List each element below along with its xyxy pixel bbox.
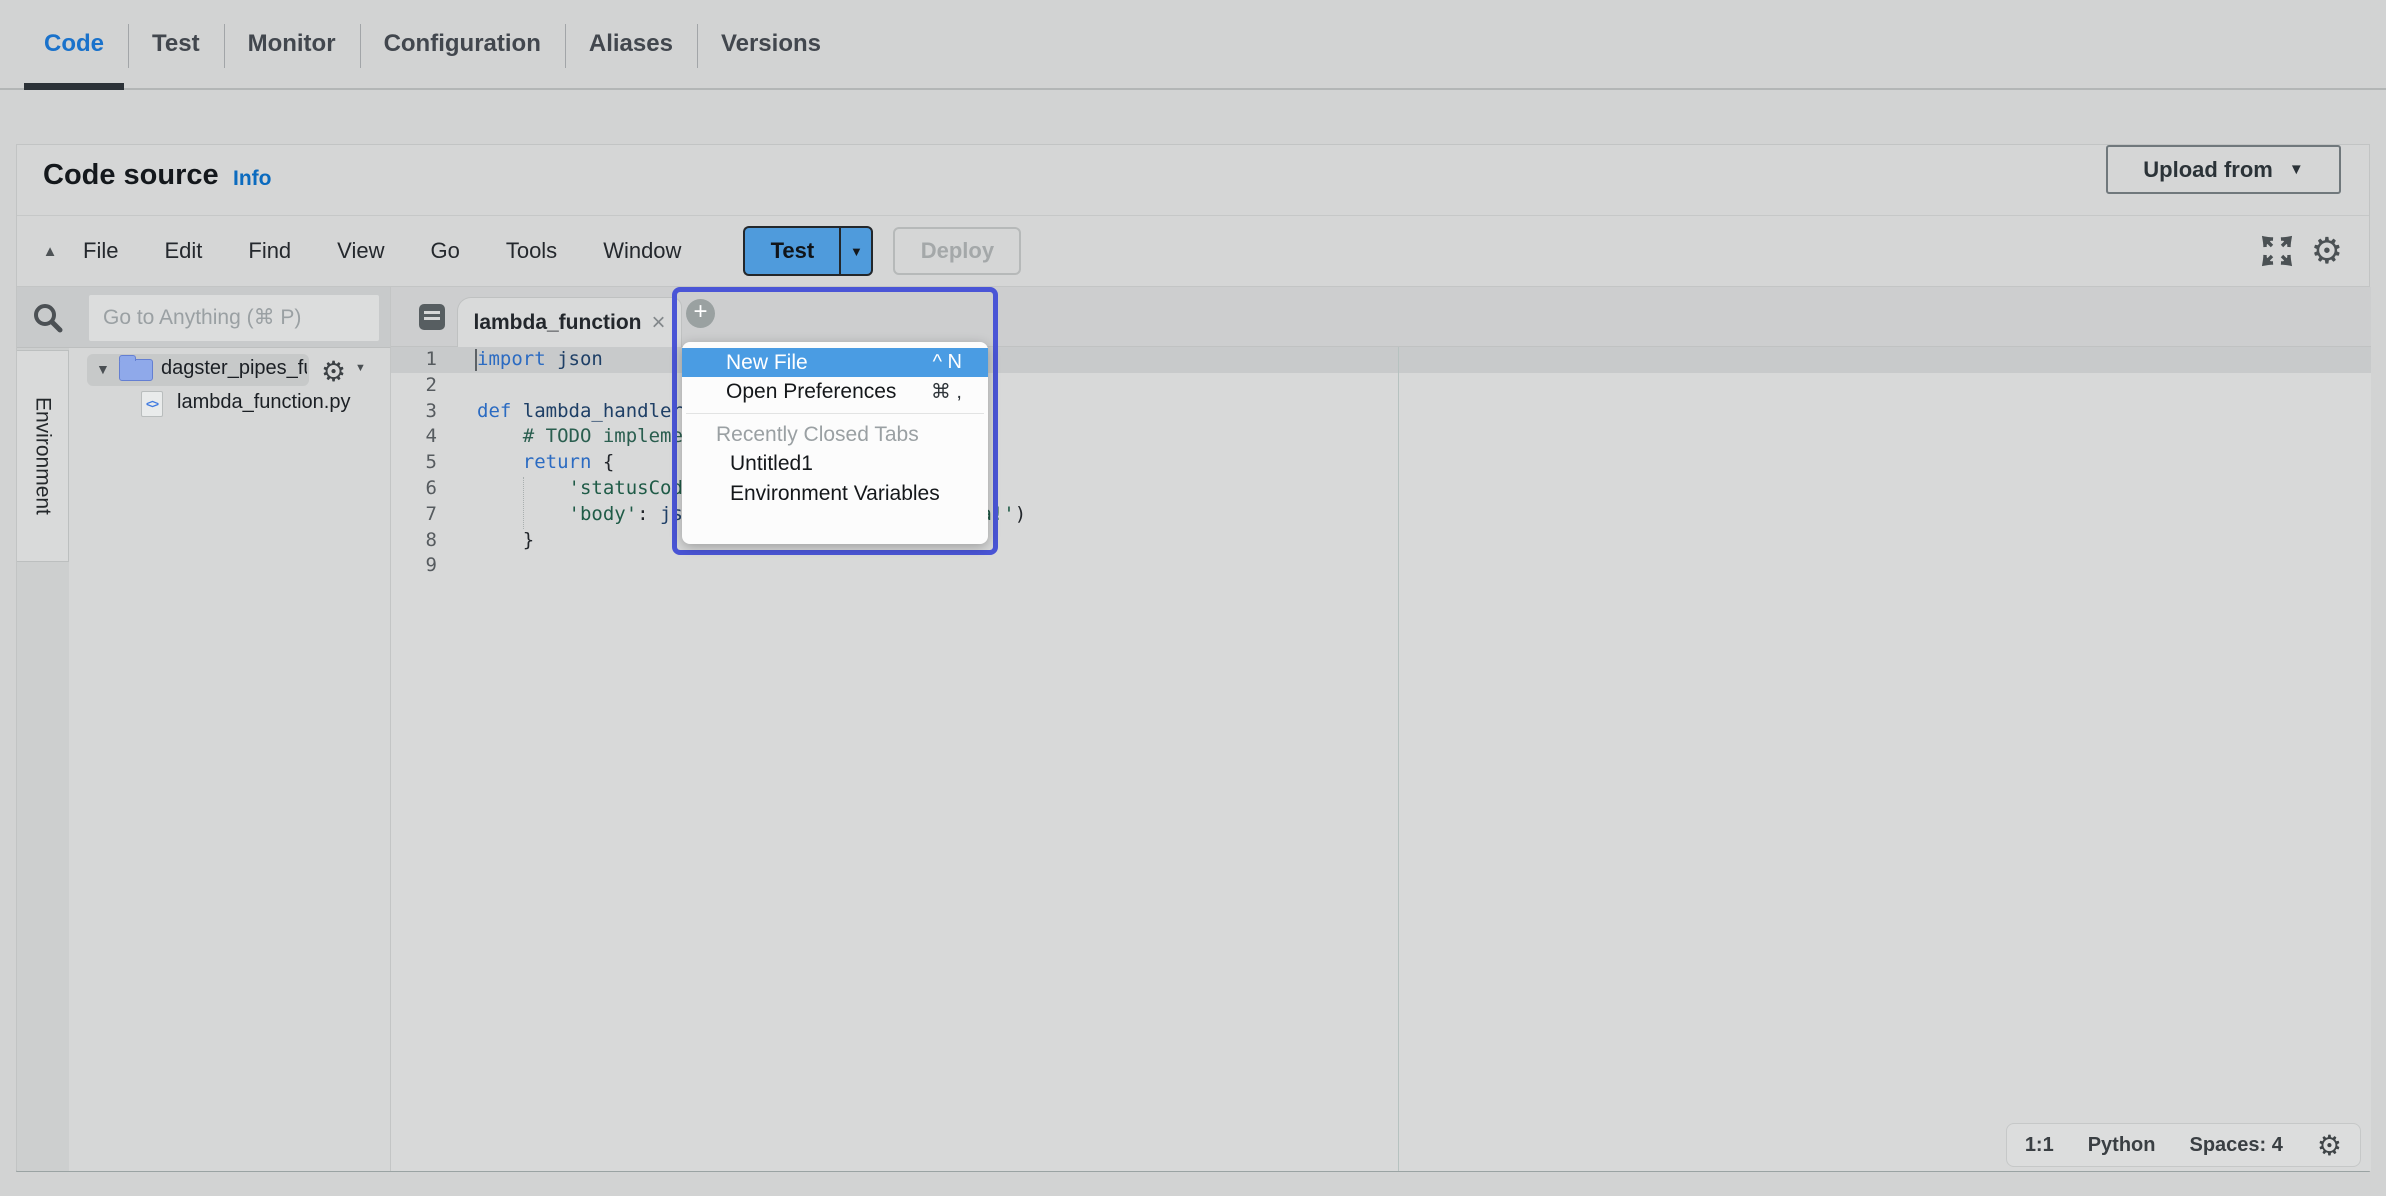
page-title: Code source xyxy=(43,159,219,192)
context-menu-panel: New File ^ N Open Preferences ⌘ , Recent… xyxy=(682,342,988,544)
python-file-icon: <> xyxy=(141,391,163,417)
status-gear-icon[interactable]: ⚙ xyxy=(2317,1129,2342,1162)
gutter-line-number[interactable]: 1 xyxy=(391,347,437,373)
test-split-button: Test ▼ xyxy=(743,226,873,276)
ide-toolbar: ▲ File Edit Find View Go Tools Window Te… xyxy=(17,215,2369,287)
search-row xyxy=(17,287,391,348)
menu-item-shortcut: ⌘ , xyxy=(931,379,962,404)
toolbar-right-icons: ⚙ xyxy=(2261,235,2369,267)
cursor-position[interactable]: 1:1 xyxy=(2025,1134,2054,1157)
gutter-line-number[interactable]: 9 xyxy=(391,553,437,579)
menu-item-label: New File xyxy=(726,351,808,375)
tab-test[interactable]: Test xyxy=(128,0,224,88)
caret-down-icon: ▼ xyxy=(850,244,863,259)
menu-item-shortcut: ^ N xyxy=(933,351,962,374)
tab-monitor[interactable]: Monitor xyxy=(224,0,360,88)
goto-anything-input[interactable] xyxy=(89,295,379,341)
code-token: import xyxy=(477,348,546,370)
tree-settings-gear-icon[interactable]: ⚙ xyxy=(321,355,346,388)
gutter-line-number[interactable]: 7 xyxy=(391,502,437,528)
menu-item-new-file[interactable]: New File ^ N xyxy=(682,348,988,377)
code-token xyxy=(477,451,523,473)
collapse-panel-icon[interactable]: ▲ xyxy=(17,243,83,260)
code-token xyxy=(546,348,557,370)
search-icon[interactable] xyxy=(31,301,65,335)
folder-label: dagster_pipes_funct xyxy=(161,357,307,380)
spaces-setting[interactable]: Spaces: 4 xyxy=(2190,1134,2283,1157)
upload-from-label: Upload from xyxy=(2143,157,2273,183)
tab-versions[interactable]: Versions xyxy=(697,0,845,88)
function-nav-tabs: Code Test Monitor Configuration Aliases … xyxy=(0,0,2386,90)
environment-panel-tab[interactable]: Environment xyxy=(17,350,69,562)
test-button[interactable]: Test xyxy=(743,226,839,276)
code-source-card: Code source Info Upload from ▼ ▲ File Ed… xyxy=(16,144,2370,1172)
tab-aliases[interactable]: Aliases xyxy=(565,0,697,88)
gutter-line-number[interactable]: 8 xyxy=(391,528,437,554)
code-line xyxy=(477,553,2371,579)
code-token: lambda_handler xyxy=(523,400,683,422)
editor-tab-lambda-function[interactable]: lambda_function × xyxy=(457,297,682,347)
gear-icon[interactable]: ⚙ xyxy=(2311,235,2343,267)
menu-item-untitled1[interactable]: Untitled1 xyxy=(682,449,988,479)
language-mode[interactable]: Python xyxy=(2088,1134,2156,1157)
ide-workspace: Environment ▼ dagster_pipes_funct ⚙ ▼ <>… xyxy=(17,287,2369,1171)
card-header: Code source Info Upload from ▼ xyxy=(17,145,2369,215)
menu-edit[interactable]: Edit xyxy=(164,238,202,264)
tree-row-file[interactable]: <> lambda_function.py xyxy=(69,387,390,421)
editor-status-bar: 1:1 Python Spaces: 4 ⚙ xyxy=(2006,1123,2361,1167)
test-dropdown-button[interactable]: ▼ xyxy=(839,226,873,276)
menu-item-environment-variables[interactable]: Environment Variables xyxy=(682,479,988,509)
tab-list-icon[interactable] xyxy=(419,304,445,330)
code-token xyxy=(477,503,569,525)
sidebar-rail: Environment xyxy=(17,348,69,1171)
info-link[interactable]: Info xyxy=(233,167,271,191)
code-token xyxy=(511,400,522,422)
menu-find[interactable]: Find xyxy=(248,238,291,264)
menu-item-open-preferences[interactable]: Open Preferences ⌘ , xyxy=(682,377,988,406)
gutter-line-number[interactable]: 6 xyxy=(391,476,437,502)
menu-view[interactable]: View xyxy=(337,238,384,264)
code-token: 'body' xyxy=(569,503,638,525)
gutter-line-number[interactable]: 5 xyxy=(391,450,437,476)
caret-down-icon[interactable]: ▼ xyxy=(355,362,366,374)
lambda-code-editor-page: Code Test Monitor Configuration Aliases … xyxy=(0,0,2386,1196)
folder-icon xyxy=(119,359,153,381)
editor-tab-label: lambda_function xyxy=(473,311,641,335)
code-token xyxy=(477,477,569,499)
tab-configuration[interactable]: Configuration xyxy=(360,0,565,88)
tree-row-folder[interactable]: ▼ dagster_pipes_funct ⚙ ▼ xyxy=(69,353,390,387)
add-tab-button[interactable]: + xyxy=(686,299,715,328)
menu-section-header: Recently Closed Tabs xyxy=(682,421,988,449)
menu-tools[interactable]: Tools xyxy=(506,238,557,264)
caret-down-icon: ▼ xyxy=(2289,161,2304,178)
menu-item-label: Open Preferences xyxy=(726,380,896,404)
file-label: lambda_function.py xyxy=(177,391,350,414)
deploy-button[interactable]: Deploy xyxy=(893,227,1021,275)
code-token: json xyxy=(557,348,603,370)
fullscreen-icon[interactable] xyxy=(2261,235,2293,267)
gutter-line-number[interactable]: 4 xyxy=(391,424,437,450)
close-tab-icon[interactable]: × xyxy=(652,313,666,333)
file-tree: ▼ dagster_pipes_funct ⚙ ▼ <> lambda_func… xyxy=(69,348,391,1171)
line-number-gutter[interactable]: 123456789 xyxy=(391,347,453,579)
code-token: { xyxy=(591,451,614,473)
menu-divider xyxy=(686,413,984,414)
menu-window[interactable]: Window xyxy=(603,238,681,264)
tree-expand-caret-icon[interactable]: ▼ xyxy=(96,361,110,377)
menu-file[interactable]: File xyxy=(83,238,118,264)
gutter-line-number[interactable]: 3 xyxy=(391,399,437,425)
menubar: File Edit Find View Go Tools Window xyxy=(83,238,681,264)
code-token: } xyxy=(477,529,534,551)
code-token: : xyxy=(637,503,660,525)
upload-from-button[interactable]: Upload from ▼ xyxy=(2106,145,2341,194)
code-token: ) xyxy=(1015,503,1026,525)
tab-code[interactable]: Code xyxy=(20,0,128,88)
menu-go[interactable]: Go xyxy=(430,238,459,264)
code-token: def xyxy=(477,400,511,422)
gutter-line-number[interactable]: 2 xyxy=(391,373,437,399)
code-token: return xyxy=(523,451,592,473)
new-tab-context-menu: + New File ^ N Open Preferences ⌘ , Rece… xyxy=(672,287,998,555)
